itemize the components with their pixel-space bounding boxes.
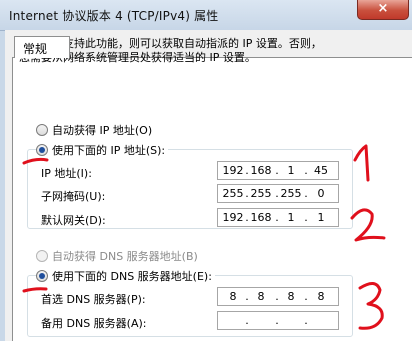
tab-general-label: 常规 — [23, 42, 48, 56]
underline-mark-ip — [22, 157, 49, 165]
annotation-number-3 — [358, 282, 384, 330]
annotation-number-2 — [350, 208, 386, 242]
tab-general[interactable]: 常规 — [14, 36, 70, 58]
annotation-number-1 — [353, 144, 370, 182]
underline-mark-dns — [22, 287, 48, 293]
